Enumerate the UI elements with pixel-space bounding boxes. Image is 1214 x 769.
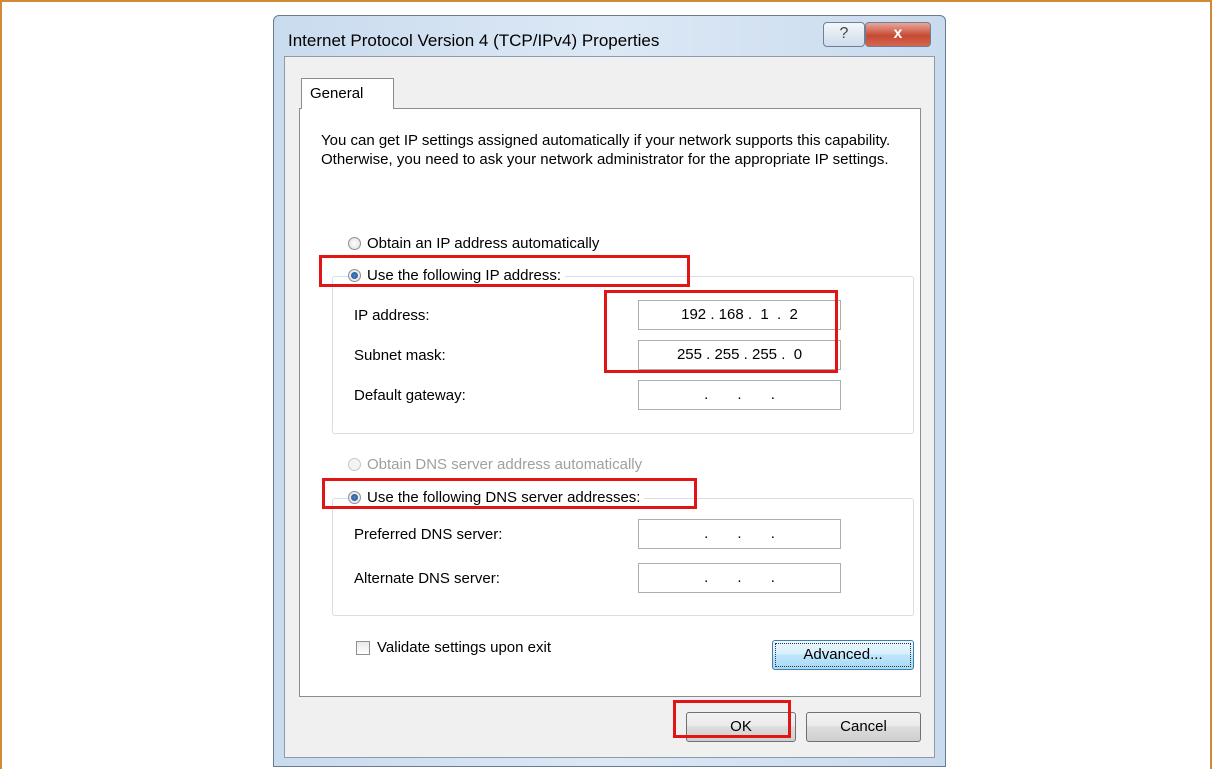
advanced-button[interactable]: Advanced... <box>772 640 914 670</box>
alternate-dns-field[interactable]: . . . <box>638 563 841 593</box>
obtain-ip-auto-radio[interactable] <box>348 237 361 250</box>
tab-general[interactable]: General <box>301 78 394 109</box>
use-following-ip-label: Use the following IP address: <box>367 267 561 284</box>
default-gateway-field[interactable]: . . . <box>638 380 841 410</box>
preferred-dns-label: Preferred DNS server: <box>354 526 503 543</box>
obtain-dns-auto-label: Obtain DNS server address automatically <box>367 456 643 473</box>
alternate-dns-label: Alternate DNS server: <box>354 570 500 587</box>
use-following-dns-radio[interactable] <box>348 491 361 504</box>
help-icon: ? <box>839 25 849 42</box>
cancel-button-label: Cancel <box>840 718 887 735</box>
default-gateway-label: Default gateway: <box>354 387 466 404</box>
ip-address-label: IP address: <box>354 307 430 324</box>
description-text: You can get IP settings assigned automat… <box>321 132 891 168</box>
validate-settings-label: Validate settings upon exit <box>377 639 552 656</box>
close-button[interactable]: x <box>865 22 931 47</box>
validate-settings-option[interactable]: Validate settings upon exit <box>356 639 551 656</box>
use-following-ip-radio[interactable] <box>348 269 361 282</box>
dialog-body: General You can get IP settings assigned… <box>284 56 935 758</box>
close-icon: x <box>893 25 903 42</box>
dns-server-group <box>332 498 914 616</box>
highlight-ok-button <box>673 700 791 738</box>
cancel-button[interactable]: Cancel <box>806 712 921 742</box>
preferred-dns-field[interactable]: . . . <box>638 519 841 549</box>
validate-settings-checkbox[interactable] <box>356 640 370 655</box>
obtain-dns-auto-option[interactable]: Obtain DNS server address automatically <box>348 456 647 473</box>
use-following-dns-label: Use the following DNS server addresses: <box>367 489 641 506</box>
use-following-dns-option[interactable]: Use the following DNS server addresses: <box>348 489 645 506</box>
tcpip-properties-dialog: Internet Protocol Version 4 (TCP/IPv4) P… <box>273 15 946 767</box>
general-tab-panel: You can get IP settings assigned automat… <box>299 108 921 697</box>
focus-rectangle <box>775 643 911 667</box>
obtain-ip-auto-label: Obtain an IP address automatically <box>367 235 600 252</box>
use-following-ip-option[interactable]: Use the following IP address: <box>348 267 565 284</box>
tab-general-label: General <box>310 85 364 102</box>
subnet-mask-label: Subnet mask: <box>354 347 446 364</box>
highlight-ip-values <box>604 290 838 373</box>
obtain-dns-auto-radio[interactable] <box>348 458 361 471</box>
obtain-ip-auto-option[interactable]: Obtain an IP address automatically <box>348 235 604 252</box>
help-button[interactable]: ? <box>823 22 865 47</box>
dialog-title: Internet Protocol Version 4 (TCP/IPv4) P… <box>288 31 660 50</box>
